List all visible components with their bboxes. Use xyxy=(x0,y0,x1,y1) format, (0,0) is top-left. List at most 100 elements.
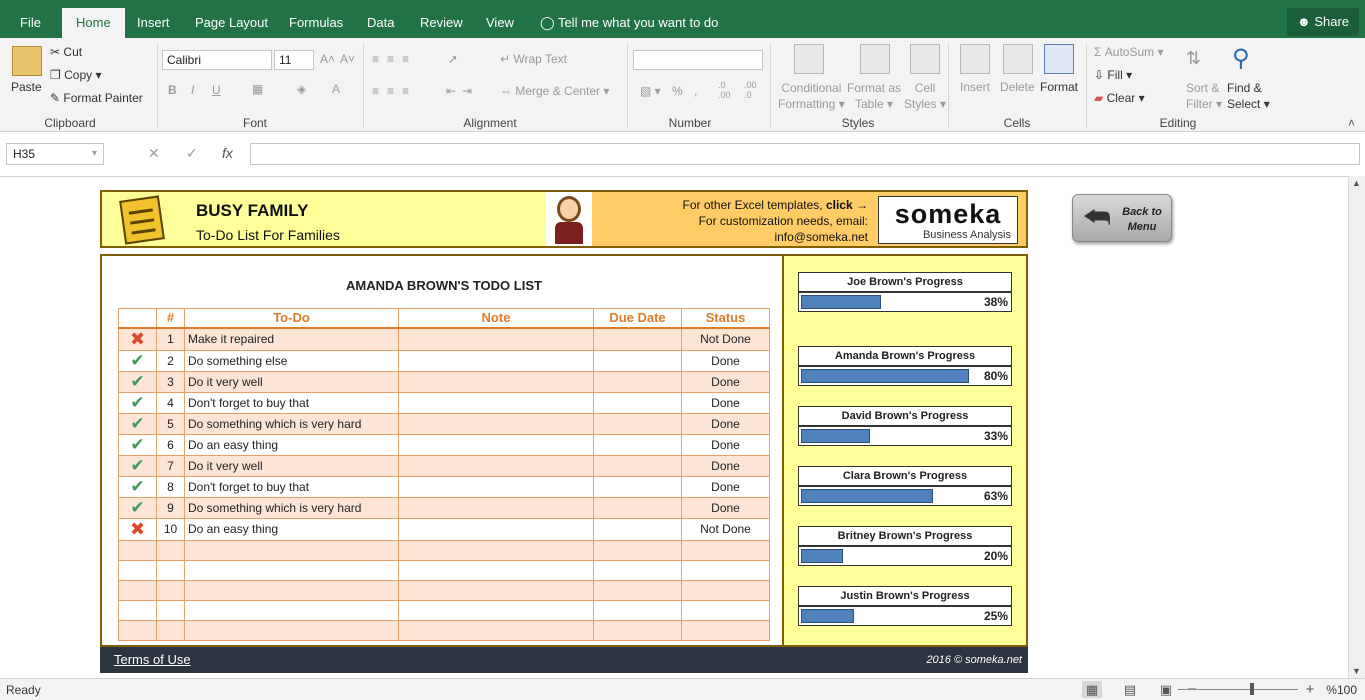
sort-filter-button[interactable]: Sort & Filter ▾ xyxy=(1186,80,1222,112)
email-link[interactable]: info@someka.net xyxy=(683,229,868,245)
due-date-cell[interactable] xyxy=(593,391,682,414)
underline-button[interactable]: U xyxy=(212,83,221,97)
format-painter-button[interactable]: ✎ Format Painter xyxy=(50,91,143,105)
normal-view-icon[interactable]: ▦ xyxy=(1082,681,1102,698)
todo-text[interactable] xyxy=(184,559,399,581)
formula-input[interactable] xyxy=(250,143,1360,165)
someka-logo[interactable]: someka Business Analysis xyxy=(878,196,1018,244)
todo-text[interactable]: Don't forget to buy that xyxy=(184,475,399,498)
wrap-text-button[interactable]: ↵ Wrap Text xyxy=(500,52,567,66)
status-cell[interactable]: Done xyxy=(681,433,770,456)
row-number[interactable] xyxy=(156,579,185,601)
status-cell[interactable]: Done xyxy=(681,349,770,372)
todo-text[interactable]: Do something else xyxy=(184,349,399,372)
status-cell[interactable]: Done xyxy=(681,391,770,414)
status-icon-cell[interactable]: ✔ xyxy=(118,391,157,414)
due-date-cell[interactable] xyxy=(593,370,682,393)
bold-button[interactable]: B xyxy=(168,83,177,97)
note-cell[interactable] xyxy=(398,370,594,393)
status-icon-cell[interactable]: ✖ xyxy=(118,517,157,541)
status-icon-cell[interactable]: ✔ xyxy=(118,454,157,477)
back-to-menu-button[interactable]: ⮪ Back to Menu xyxy=(1072,194,1172,242)
due-date-cell[interactable] xyxy=(593,539,682,561)
paste-button[interactable]: Paste xyxy=(11,80,42,94)
copy-button[interactable]: ❐ Copy ▾ xyxy=(50,68,101,82)
note-cell[interactable] xyxy=(398,412,594,435)
note-cell[interactable] xyxy=(398,517,594,541)
tab-page-layout[interactable]: Page Layout xyxy=(195,8,268,38)
comma-style-icon[interactable]: , xyxy=(694,84,697,98)
status-cell[interactable] xyxy=(681,619,770,641)
page-break-view-icon[interactable]: ▣ xyxy=(1156,681,1176,698)
terms-of-use-link[interactable]: Terms of Use xyxy=(114,652,191,667)
page-layout-view-icon[interactable]: ▤ xyxy=(1120,681,1140,698)
note-cell[interactable] xyxy=(398,454,594,477)
status-cell[interactable]: Done xyxy=(681,475,770,498)
zoom-level[interactable]: %100 xyxy=(1326,683,1357,697)
row-number[interactable]: 10 xyxy=(156,517,185,541)
note-cell[interactable] xyxy=(398,433,594,456)
todo-text[interactable] xyxy=(184,599,399,621)
conditional-formatting-button[interactable]: Conditional Formatting ▾ xyxy=(778,80,845,112)
row-number[interactable] xyxy=(156,599,185,621)
cell-styles-button[interactable]: Cell Styles ▾ xyxy=(904,80,946,112)
borders-icon[interactable]: ▦ xyxy=(252,82,263,96)
name-box-dropdown-icon[interactable]: ▾ xyxy=(92,148,97,159)
due-date-cell[interactable] xyxy=(593,599,682,621)
status-icon-cell[interactable] xyxy=(118,599,157,621)
insert-cells-icon[interactable] xyxy=(960,44,990,74)
status-icon-cell[interactable] xyxy=(118,539,157,561)
collapse-ribbon-icon[interactable]: ˄ xyxy=(1348,116,1355,130)
todo-text[interactable]: Make it repaired xyxy=(184,327,399,351)
row-number[interactable]: 9 xyxy=(156,496,185,519)
share-button[interactable]: ☻ Share xyxy=(1287,8,1359,36)
format-as-table-icon[interactable] xyxy=(860,44,890,74)
zoom-slider[interactable] xyxy=(1178,689,1298,690)
scroll-down-icon[interactable]: ▼ xyxy=(1352,666,1361,676)
merge-center-button[interactable]: ⇔ Merge & Center ▾ xyxy=(500,84,609,98)
status-icon-cell[interactable]: ✖ xyxy=(118,327,157,351)
due-date-cell[interactable] xyxy=(593,517,682,541)
row-number[interactable] xyxy=(156,619,185,641)
status-cell[interactable] xyxy=(681,579,770,601)
row-number[interactable] xyxy=(156,559,185,581)
insert-function-icon[interactable]: fx xyxy=(222,145,233,161)
orientation-icon[interactable]: ➚ xyxy=(448,52,458,66)
todo-text[interactable] xyxy=(184,539,399,561)
format-cells-icon[interactable] xyxy=(1044,44,1074,74)
tab-review[interactable]: Review xyxy=(420,8,463,38)
status-cell[interactable]: Done xyxy=(681,454,770,477)
row-number[interactable]: 6 xyxy=(156,433,185,456)
tab-file[interactable]: File xyxy=(20,8,41,38)
delete-cells-icon[interactable] xyxy=(1003,44,1033,74)
font-shrink-icon[interactable]: A˅ xyxy=(340,52,355,66)
status-cell[interactable] xyxy=(681,599,770,621)
due-date-cell[interactable] xyxy=(593,454,682,477)
row-number[interactable]: 4 xyxy=(156,391,185,414)
row-number[interactable]: 8 xyxy=(156,475,185,498)
tab-home[interactable]: Home xyxy=(62,8,125,38)
todo-text[interactable]: Do it very well xyxy=(184,370,399,393)
paste-icon[interactable] xyxy=(12,46,42,76)
status-icon-cell[interactable]: ✔ xyxy=(118,412,157,435)
sort-filter-icon[interactable]: ⇅ xyxy=(1186,48,1201,69)
note-cell[interactable] xyxy=(398,327,594,351)
italic-button[interactable]: I xyxy=(191,83,194,97)
autosum-button[interactable]: Σ AutoSum ▾ xyxy=(1094,45,1163,59)
todo-text[interactable] xyxy=(184,619,399,641)
note-cell[interactable] xyxy=(398,539,594,561)
status-cell[interactable]: Done xyxy=(681,496,770,519)
clear-button[interactable]: ▰ Clear ▾ xyxy=(1094,91,1145,105)
todo-text[interactable]: Do something which is very hard xyxy=(184,412,399,435)
note-cell[interactable] xyxy=(398,475,594,498)
tab-insert[interactable]: Insert xyxy=(137,8,170,38)
note-cell[interactable] xyxy=(398,579,594,601)
zoom-slider-handle[interactable] xyxy=(1250,683,1254,695)
confirm-entry-icon[interactable]: ✓ xyxy=(186,145,198,162)
status-cell[interactable]: Not Done xyxy=(681,327,770,351)
status-cell[interactable] xyxy=(681,539,770,561)
due-date-cell[interactable] xyxy=(593,475,682,498)
row-number[interactable]: 5 xyxy=(156,412,185,435)
cell-styles-icon[interactable] xyxy=(910,44,940,74)
status-icon-cell[interactable]: ✔ xyxy=(118,349,157,372)
